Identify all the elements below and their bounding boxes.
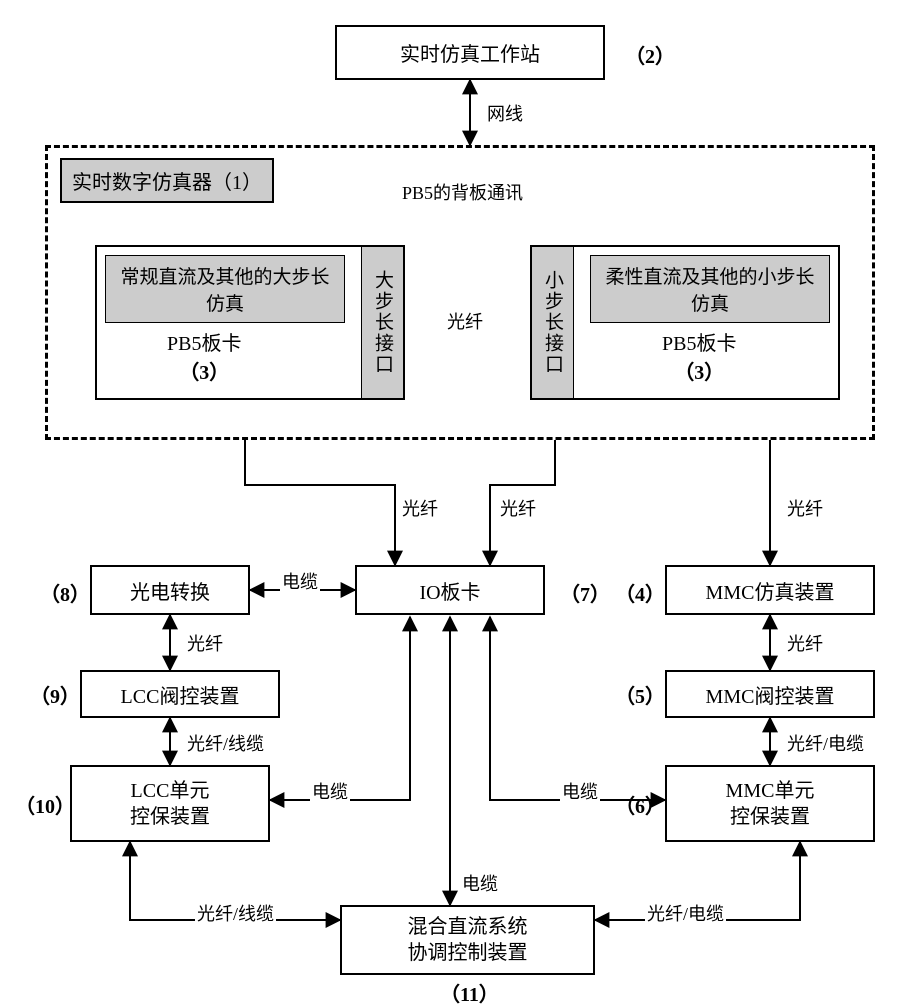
io-card: IO板卡 [355,565,545,615]
mmc-coord-fiber: 光纤/电缆 [645,900,726,926]
left-card-gray: 常规直流及其他的大步长仿真 [105,255,345,323]
pb5-card-left: 常规直流及其他的大步长仿真 PB5板卡 （3） 大步长接口 [95,245,405,400]
opto-io-cable: 电缆 [280,568,320,594]
right-card-gray: 柔性直流及其他的小步长仿真 [590,255,830,323]
lcc-valve-unit-fiber: 光纤/线缆 [185,730,266,756]
realtime-workstation: 实时仿真工作站 [335,25,605,80]
io-mmc-cable: 电缆 [560,778,600,804]
ref-11: （11） [440,978,499,1007]
inter-card-fiber: 光纤 [445,308,485,334]
link-netline: 网线 [485,100,525,126]
ref-5: （5） [615,680,665,709]
left-card-ref: （3） [179,362,229,384]
hybrid-dc-coord-device: 混合直流系统协调控制装置 [340,905,595,975]
fiber-right-down: 光纤 [498,495,538,521]
ref-9: （9） [30,680,80,709]
ref-4: （4） [615,578,665,607]
mmc-unit-device: MMC单元控保装置 [665,765,875,842]
io-lcc-cable: 电缆 [310,778,350,804]
mmc-valve-unit-fiber: 光纤/电缆 [785,730,866,756]
workstation-label: 实时仿真工作站 [400,38,540,67]
right-card-name: PB5板卡 [662,333,736,355]
large-step-port: 大步长接口 [361,247,403,398]
ref-7: （7） [560,578,610,607]
io-coord-cable: 电缆 [460,870,500,896]
ref-10: （10） [15,790,75,819]
lcc-valve-device: LCC阀控装置 [80,670,280,718]
fiber-mmc-down: 光纤 [785,495,825,521]
opto-lcc-fiber: 光纤 [185,630,225,656]
fiber-left-down: 光纤 [400,495,440,521]
mmc-sim-device: MMC仿真装置 [665,565,875,615]
simulator-title: 实时数字仿真器（1） [60,158,274,203]
small-step-port: 小步长接口 [532,247,574,398]
ref-8: （8） [40,578,90,607]
opto-conversion: 光电转换 [90,565,250,615]
lcc-coord-fiber: 光纤/线缆 [195,900,276,926]
right-card-ref: （3） [674,362,724,384]
backplane-label: PB5的背板通讯 [400,179,525,205]
left-card-name: PB5板卡 [167,333,241,355]
mmc-sim-valve-fiber: 光纤 [785,630,825,656]
mmc-valve-device: MMC阀控装置 [665,670,875,718]
ref-2: （2） [625,40,675,69]
lcc-unit-device: LCC单元控保装置 [70,765,270,842]
ref-6: （6） [615,790,665,819]
pb5-card-right: 小步长接口 柔性直流及其他的小步长仿真 PB5板卡 （3） [530,245,840,400]
